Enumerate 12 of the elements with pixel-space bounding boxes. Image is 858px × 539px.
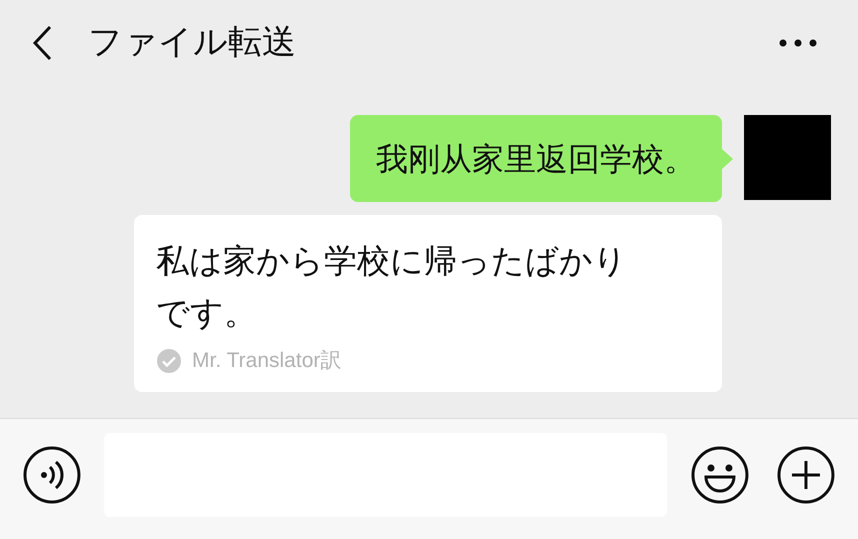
voice-icon[interactable] — [23, 446, 81, 504]
emoji-icon[interactable] — [691, 446, 750, 504]
chat-title: ファイル転送 — [88, 22, 296, 63]
more-icon[interactable] — [778, 38, 818, 48]
message-bubble: 我刚从家里返回学校。 — [350, 115, 722, 202]
plus-icon[interactable] — [777, 446, 835, 504]
bubble-tail — [722, 149, 733, 169]
translator-credit: Mr. Translator訳 — [192, 348, 342, 374]
translation-text: です。 — [156, 293, 257, 333]
check-circle-icon — [156, 348, 182, 374]
translation-text: 私は家から学校に帰ったばかり — [156, 241, 627, 281]
back-icon[interactable] — [30, 24, 54, 62]
